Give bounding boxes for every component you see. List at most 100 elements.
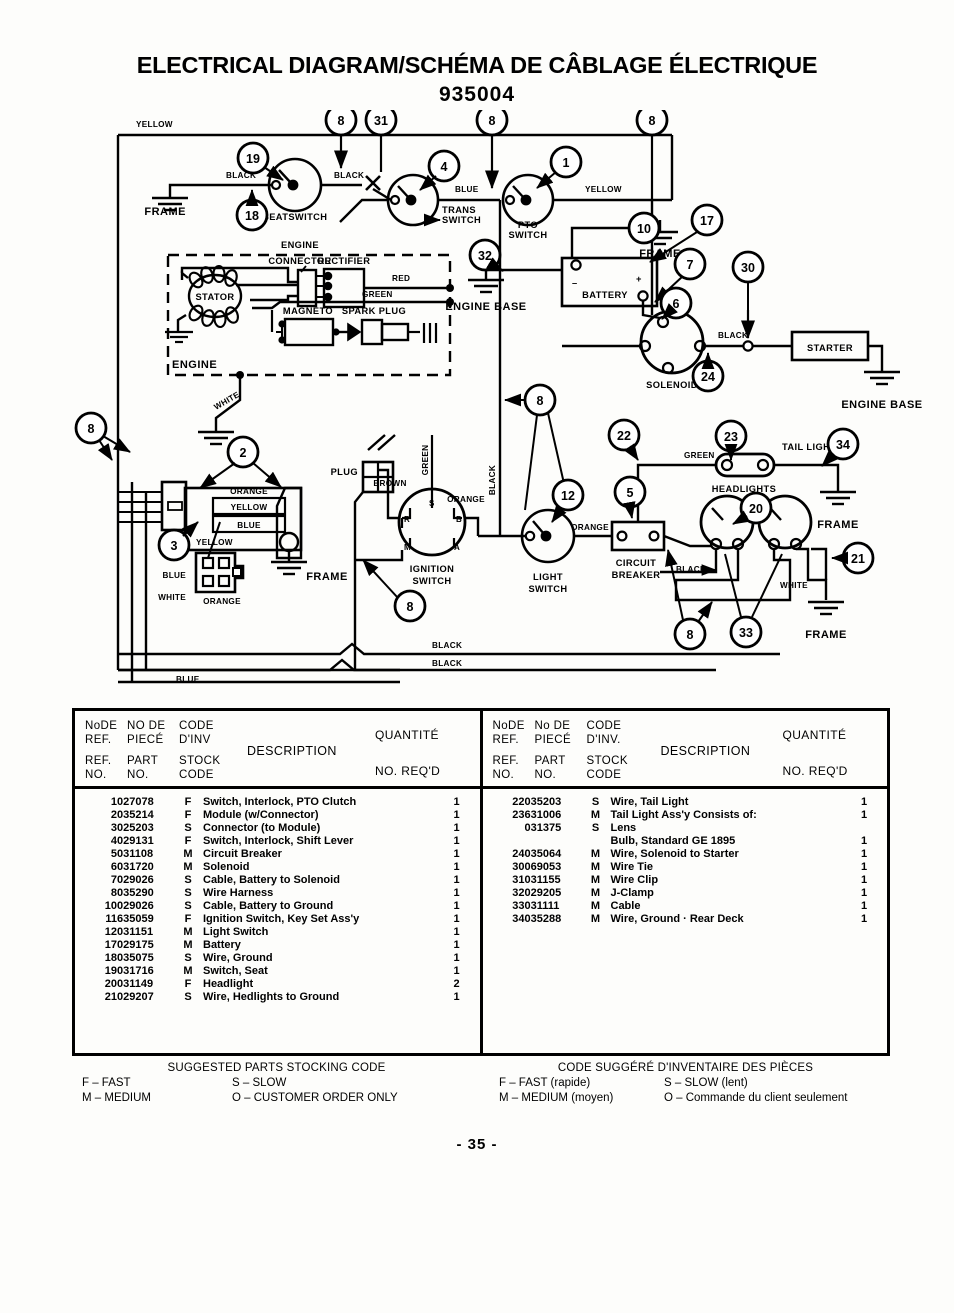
table-row: 12 031151 M Light Switch 1	[75, 925, 480, 938]
table-row: 21 029207 S Wire, Hedlights to Ground 1	[75, 990, 480, 1003]
cell-part: 031375	[524, 821, 562, 834]
cell-part: 035064	[524, 847, 562, 860]
component-label-magneto: MAGNETO	[283, 306, 333, 316]
balloon-label-8-br: 8	[687, 628, 694, 642]
hdr-r-stock: STOCK	[586, 755, 628, 767]
legend-english-title: SUGGESTED PARTS STOCKING CODE	[167, 1062, 386, 1074]
component-label-trans-switch-1: TRANS	[442, 205, 476, 215]
hdr-l-piece: PIECÉ	[127, 734, 164, 746]
cell-part: 035075	[117, 951, 154, 964]
table-row: 7 029026 S Cable, Battery to Solenoid 1	[75, 873, 480, 886]
cell-description: J-Clamp	[610, 886, 654, 899]
balloon-label-33: 32	[478, 249, 492, 263]
cell-part: 031111	[524, 899, 560, 912]
cell-ref: 2	[110, 808, 117, 821]
hdr-r-dinv: D'INV.	[586, 734, 621, 746]
balloon-label-8-mid: 8	[537, 394, 544, 408]
component-label-ignition-2: SWITCH	[412, 576, 451, 586]
cell-ref: 19	[104, 964, 117, 977]
cell-description: Cable	[610, 899, 641, 912]
cell-description: Switch, Interlock, PTO Clutch	[203, 795, 357, 808]
cell-description: Lens	[610, 821, 637, 834]
cell-ref: 3	[110, 821, 117, 834]
cell-part: 029026	[117, 873, 154, 886]
cell-code: M	[590, 808, 601, 821]
cell-ref: 20	[104, 977, 117, 990]
cell-part: 029207	[117, 990, 154, 1003]
component-label-headlights: HEADLIGHTS	[712, 484, 776, 494]
component-label-battery: BATTERY	[582, 290, 628, 300]
legend-fr-slow: S – SLOW (lent)	[664, 1077, 748, 1089]
cell-code: M	[590, 899, 601, 912]
battery-minus: –	[572, 278, 578, 288]
balloon-label-22: 22	[617, 429, 631, 443]
cell-part: 031716	[117, 964, 154, 977]
cell-qty	[841, 821, 887, 834]
table-row: 20 031149 F Headlight 2	[75, 977, 480, 990]
cell-part: 029026	[117, 899, 154, 912]
balloon-label-31: 31	[374, 114, 388, 128]
hdr-r-node2: No DE	[534, 720, 571, 732]
label-engine-base-right: ENGINE BASE	[841, 399, 922, 411]
component-label-pto-1: PTO	[518, 220, 538, 230]
ign-terminal-A: A	[454, 543, 460, 552]
table-row: Bulb, Standard GE 1895 1	[483, 834, 888, 847]
cell-code: S	[184, 821, 192, 834]
balloon-label-1: 1	[563, 156, 570, 170]
cell-code: M	[183, 938, 193, 951]
label-frame-battery: FRAME	[639, 248, 681, 260]
parts-table-left: NoDE NO DE CODE REF. PIECÉ D'INV REF. PA…	[75, 711, 483, 1053]
ign-terminal-B: B	[456, 515, 462, 524]
cell-qty: 1	[453, 912, 460, 925]
cell-qty: 1	[860, 808, 868, 821]
cell-code: S	[184, 951, 192, 964]
label-frame-headlight: FRAME	[805, 629, 847, 641]
hdr-r-noreqd: NO. REQ'D	[782, 764, 848, 778]
cell-description: Connector (to Module)	[203, 821, 321, 834]
wire-label-black-hl: BLACK	[676, 565, 706, 574]
cell-qty: 1	[453, 964, 460, 977]
wire-label-black-mid: BLACK	[488, 465, 497, 495]
wire-label-orange-ls2: ORANGE	[447, 495, 485, 504]
hdr-r-no: NO.	[492, 769, 515, 781]
cell-ref: 22	[512, 795, 525, 808]
parts-table-area: NoDE NO DE CODE REF. PIECÉ D'INV REF. PA…	[72, 708, 890, 1056]
cell-part	[525, 834, 581, 847]
wire-label-red: RED	[392, 274, 410, 283]
cell-ref	[483, 834, 525, 847]
hdr-l-no2: NO.	[127, 769, 149, 781]
component-label-ignition-1: IGNITION	[410, 564, 455, 574]
cell-qty: 1	[453, 886, 460, 899]
wire-label-green-engine: GREEN	[362, 290, 393, 299]
component-label-starter: STARTER	[807, 343, 853, 353]
cell-description: Tail Light Ass'y Consists of:	[610, 808, 757, 821]
balloon-label-3: 3	[171, 539, 178, 553]
cell-code: S	[184, 990, 192, 1003]
cell-part: 029175	[117, 938, 154, 951]
table-row: 1 027078 F Switch, Interlock, PTO Clutch 1	[75, 795, 480, 808]
component-label-trans-switch-2: SWITCH	[442, 215, 481, 225]
table-row: 6 031720 M Solenoid 1	[75, 860, 480, 873]
wire-label-blue-trans: BLUE	[455, 185, 479, 194]
wire-label-black-seat2: BLACK	[334, 171, 364, 180]
cell-part: 035214	[117, 808, 154, 821]
balloon-label-18: 18	[245, 209, 259, 223]
cell-qty: 1	[453, 873, 460, 886]
balloon-label-8-third: 8	[649, 114, 656, 128]
cell-code: M	[590, 860, 601, 873]
table-row: 2 035214 F Module (w/Connector) 1	[75, 808, 480, 821]
table-row: 18 035075 S Wire, Ground 1	[75, 951, 480, 964]
cell-part: 031149	[117, 977, 154, 990]
page-number: - 35 -	[456, 1136, 498, 1153]
cell-code: F	[184, 834, 192, 847]
cell-qty: 1	[453, 847, 460, 860]
ign-terminal-M: M	[404, 543, 411, 552]
cell-description: Wire Clip	[610, 873, 659, 886]
cell-qty: 1	[860, 834, 868, 847]
hdr-l-ref: REF.	[85, 734, 112, 746]
battery-plus: +	[636, 274, 642, 284]
cell-description: Wire, Solenoid to Starter	[610, 847, 739, 860]
cell-code: M	[590, 912, 601, 925]
cell-code: M	[590, 873, 601, 886]
hdr-l-node2: NO DE	[127, 720, 166, 732]
